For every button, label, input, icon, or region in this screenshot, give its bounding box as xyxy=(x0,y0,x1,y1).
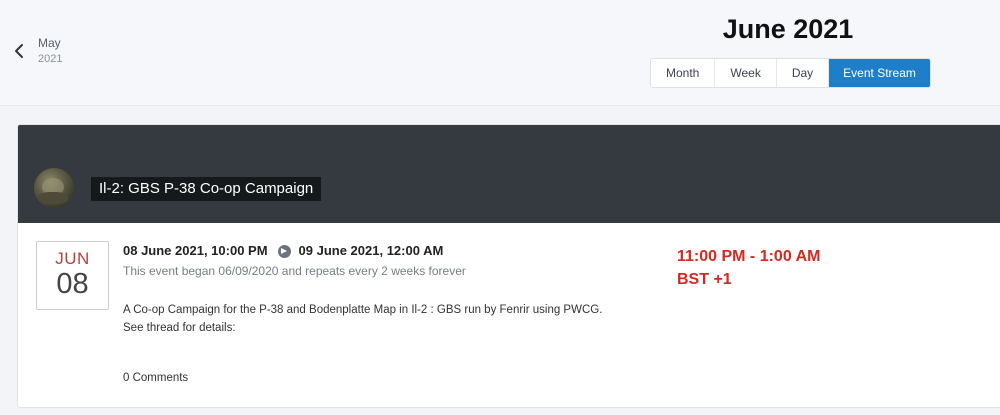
event-info: 08 June 2021, 10:00 PM 09 June 2021, 12:… xyxy=(123,242,466,278)
event-description: A Co-op Campaign for the P-38 and Bodenp… xyxy=(123,301,663,337)
event-end: 09 June 2021, 12:00 AM xyxy=(298,243,444,258)
view-month-button[interactable]: Month xyxy=(651,59,716,87)
event-title[interactable]: Il-2: GBS P-38 Co-op Campaign xyxy=(91,177,322,201)
event-description-line2: See thread for details: xyxy=(123,322,236,334)
page-title: June 2021 xyxy=(722,14,854,44)
arrow-right-circle-icon xyxy=(277,244,291,258)
comments-link[interactable]: 0 Comments xyxy=(123,372,188,384)
event-card: Il-2: GBS P-38 Co-op Campaign JUN 08 08 … xyxy=(17,124,1000,408)
event-date-badge: JUN 08 xyxy=(36,241,109,310)
event-start: 08 June 2021, 10:00 PM xyxy=(123,243,268,258)
avatar[interactable] xyxy=(34,168,74,208)
avatar-shadow xyxy=(38,192,68,204)
view-event-stream-button[interactable]: Event Stream xyxy=(829,59,930,87)
previous-month-year: 2021 xyxy=(38,53,63,65)
event-recurrence: This event began 06/09/2020 and repeats … xyxy=(123,264,466,278)
event-time-range: 08 June 2021, 10:00 PM 09 June 2021, 12:… xyxy=(123,242,466,260)
event-date-month: JUN xyxy=(55,249,90,268)
time-annotation: 11:00 PM - 1:00 AM BST +1 xyxy=(677,245,820,291)
view-day-button[interactable]: Day xyxy=(777,59,830,87)
event-banner: Il-2: GBS P-38 Co-op Campaign xyxy=(18,125,1000,223)
calendar-header: May 2021 June 2021 Month Week Day Event … xyxy=(0,0,1000,106)
event-description-line1: A Co-op Campaign for the P-38 and Bodenp… xyxy=(123,304,603,316)
event-date-day: 08 xyxy=(56,268,89,300)
previous-month-name: May xyxy=(38,36,61,50)
chevron-left-icon xyxy=(14,36,32,66)
time-annotation-line1: 11:00 PM - 1:00 AM xyxy=(677,248,821,265)
previous-month-label: May 2021 xyxy=(38,36,62,67)
view-week-button[interactable]: Week xyxy=(715,59,777,87)
view-switcher: Month Week Day Event Stream xyxy=(650,58,931,88)
time-annotation-line2: BST +1 xyxy=(677,271,732,288)
previous-month-link[interactable]: May 2021 xyxy=(14,36,62,67)
